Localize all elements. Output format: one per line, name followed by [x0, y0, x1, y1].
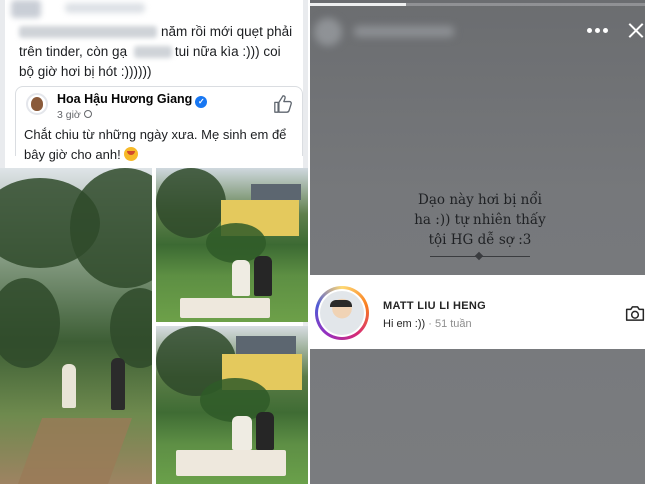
smiling-hearts-emoji-icon	[124, 147, 139, 161]
close-icon[interactable]	[628, 22, 645, 39]
mention-username[interactable]: MATT LIU LI HENG	[383, 300, 486, 312]
mention-message: Hi em :)) · 51 tuần	[383, 318, 472, 330]
story-progress-bar	[310, 3, 645, 6]
photo-couple-picnic-2[interactable]	[156, 326, 308, 484]
mention-time: · 51 tuần	[428, 318, 472, 330]
shared-author-name-text[interactable]: Hoa Hậu Hương Giang	[57, 92, 192, 106]
facebook-post-panel: năm rồi mới quẹt phải trên tinder, còn g…	[0, 0, 308, 484]
shared-post-text-content: Chắt chiu từ những ngày xưa. Mẹ sinh em …	[24, 127, 287, 162]
verified-badge-icon: ✓	[195, 96, 208, 108]
story-panel[interactable]: Dạo này hơi bị nổi ha :)) tự nhiên thấy …	[310, 0, 645, 484]
mention-avatar[interactable]	[315, 286, 369, 340]
mention-message-text: Hi em :))	[383, 318, 426, 330]
caption-divider	[430, 256, 530, 257]
outer-post-header	[5, 0, 303, 22]
outer-post-text: năm rồi mới quẹt phải trên tinder, còn g…	[19, 22, 299, 82]
caption-line-1: Dạo này hơi bị nổi	[418, 192, 542, 208]
shared-post-time-text[interactable]: 3 giờ	[57, 109, 81, 121]
shared-author-avatar[interactable]	[26, 93, 48, 115]
blurred-author-name	[65, 3, 145, 13]
globe-icon	[83, 110, 92, 118]
caption-line-3: tội HG dễ sợ :3	[428, 232, 532, 248]
blurred-text	[19, 26, 157, 39]
mention-card[interactable]: MATT LIU LI HENG Hi em :)) · 51 tuần	[310, 275, 645, 349]
story-caption: Dạo này hơi bị nổi ha :)) tự nhiên thấy …	[400, 190, 560, 250]
blurred-name	[133, 46, 172, 59]
blurred-story-header	[314, 18, 464, 46]
shared-author-name[interactable]: Hoa Hậu Hương Giang ✓	[57, 92, 208, 108]
caption-line-2: ha :)) tự nhiên thấy	[414, 212, 546, 228]
camera-icon[interactable]	[625, 305, 645, 322]
shared-post-time[interactable]: 3 giờ	[57, 109, 92, 121]
thumbs-up-icon[interactable]	[273, 95, 293, 113]
photo-couple-picnic-1[interactable]	[156, 168, 308, 322]
shared-post[interactable]: Hoa Hậu Hương Giang ✓ 3 giờ Chắt chiu từ …	[15, 86, 303, 162]
blurred-avatar	[11, 0, 41, 18]
photo-couple-walking[interactable]	[0, 168, 152, 484]
more-dots-icon[interactable]	[587, 28, 609, 34]
shared-post-text: Chắt chiu từ những ngày xưa. Mẹ sinh em …	[24, 125, 296, 165]
